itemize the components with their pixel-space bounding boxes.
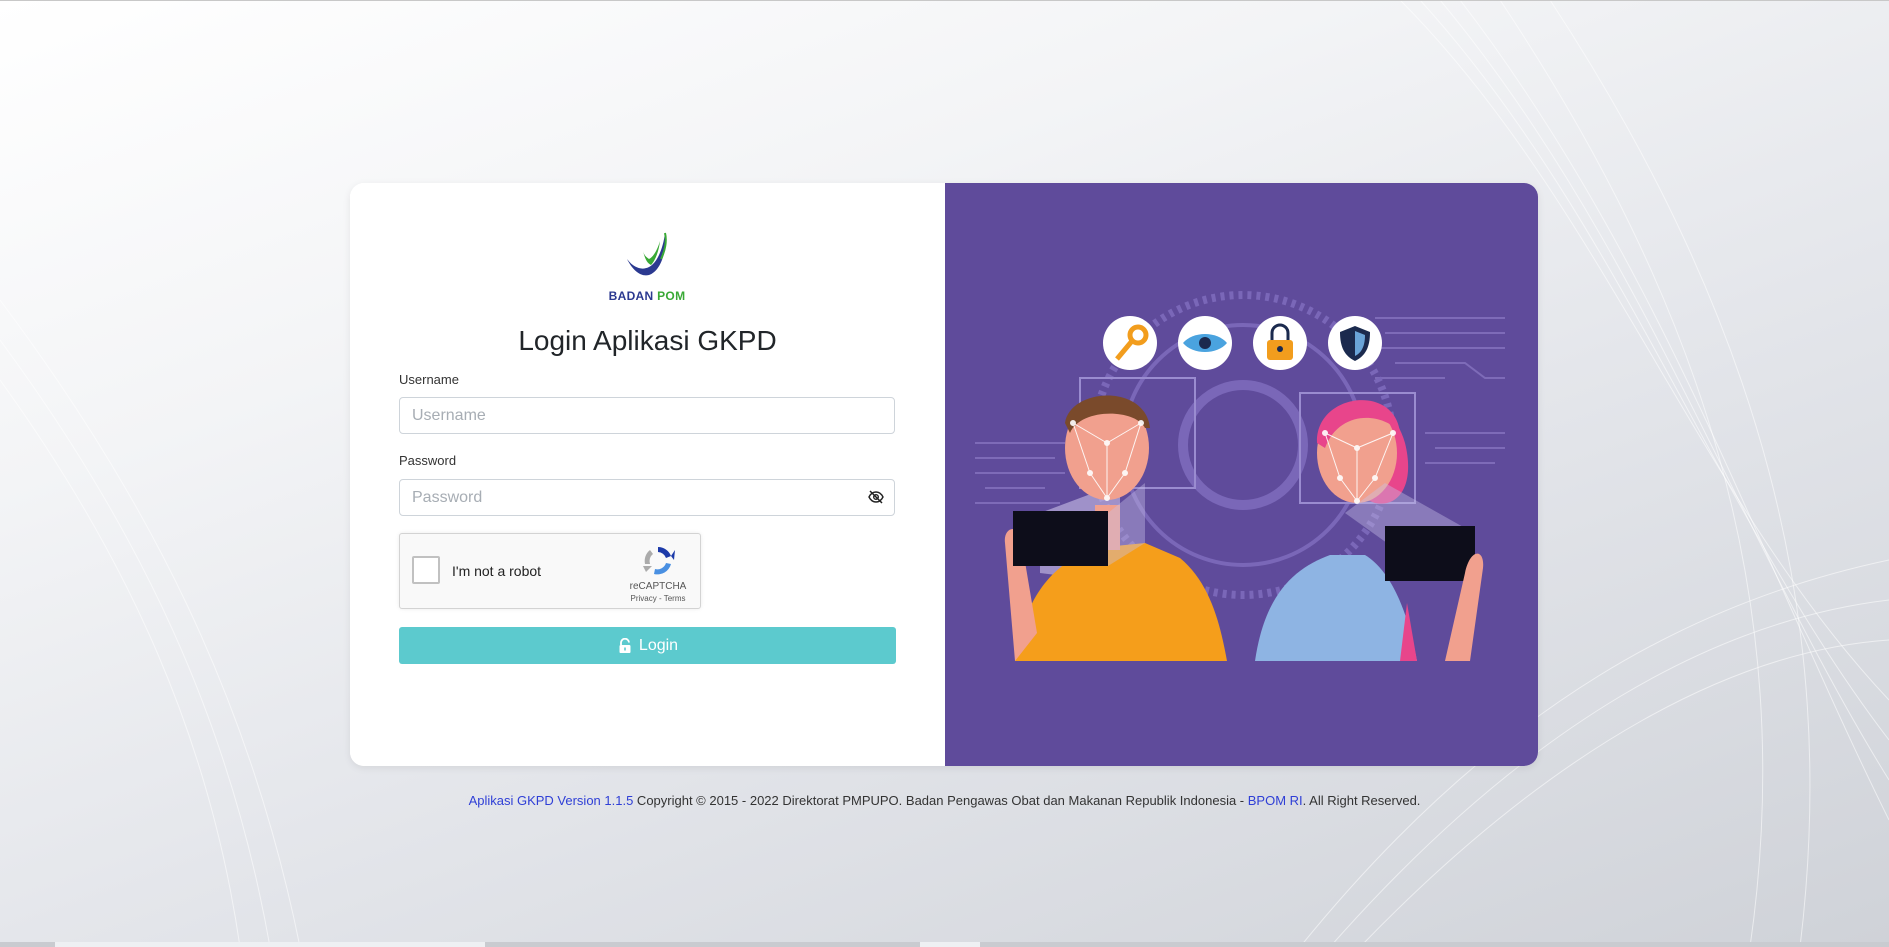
bottom-scrollbar bbox=[0, 942, 1889, 947]
recaptcha-checkbox[interactable] bbox=[412, 556, 440, 584]
footer: Aplikasi GKPD Version 1.1.5 Copyright © … bbox=[0, 793, 1889, 808]
recaptcha-brand: reCAPTCHA bbox=[629, 581, 687, 592]
badan-pom-logo: BADAN POM bbox=[605, 231, 689, 305]
logo-text: BADAN POM bbox=[605, 289, 689, 303]
login-panel: BADAN POM Login Aplikasi GKPD Username P… bbox=[350, 183, 945, 766]
version-link[interactable]: Aplikasi GKPD Version 1.1.5 bbox=[469, 793, 634, 808]
woman-figure bbox=[1255, 400, 1484, 661]
bpom-link[interactable]: BPOM RI bbox=[1248, 793, 1303, 808]
recaptcha-icon bbox=[643, 547, 675, 575]
username-input[interactable] bbox=[399, 397, 895, 434]
top-border bbox=[0, 0, 1889, 1]
unlock-icon bbox=[619, 637, 631, 653]
recaptcha-links: Privacy - Terms bbox=[620, 594, 696, 603]
page-title: Login Aplikasi GKPD bbox=[518, 325, 777, 356]
recaptcha-privacy-link[interactable]: Privacy bbox=[631, 594, 657, 603]
face-recognition-illustration bbox=[975, 291, 1505, 661]
eye-off-icon[interactable] bbox=[868, 489, 884, 505]
rights-text: . All Right Reserved. bbox=[1302, 793, 1421, 808]
login-button[interactable]: Login bbox=[399, 627, 896, 664]
scrollbar-segment bbox=[920, 942, 980, 947]
logo-text-pom: POM bbox=[657, 289, 686, 303]
illustration-panel bbox=[945, 183, 1538, 766]
copyright-text: Copyright © 2015 - 2022 Direktorat PMPUP… bbox=[633, 793, 1248, 808]
recaptcha-label: I'm not a robot bbox=[452, 563, 542, 579]
logo-mark-icon bbox=[627, 232, 667, 276]
recaptcha-terms-link[interactable]: Terms bbox=[664, 594, 686, 603]
login-button-label: Login bbox=[638, 636, 679, 654]
scrollbar-thumb[interactable] bbox=[55, 942, 485, 947]
password-label: Password bbox=[399, 453, 457, 468]
recaptcha-widget: I'm not a robot reCAPTCHA Privacy - Term… bbox=[399, 533, 701, 609]
recaptcha-separator: - bbox=[656, 594, 664, 603]
login-card: BADAN POM Login Aplikasi GKPD Username P… bbox=[350, 183, 1538, 766]
password-input[interactable] bbox=[399, 479, 895, 516]
logo-text-badan: BADAN bbox=[608, 289, 654, 303]
man-figure bbox=[1004, 395, 1227, 661]
username-label: Username bbox=[399, 372, 459, 387]
